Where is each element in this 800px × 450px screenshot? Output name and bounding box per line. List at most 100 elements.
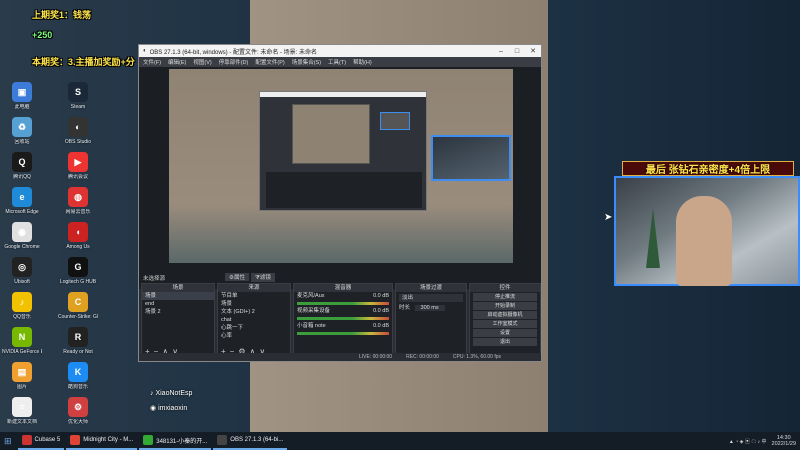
taskbar-item[interactable]: Midnight City - M... bbox=[66, 432, 138, 450]
list-item[interactable]: 心跳一下 bbox=[218, 324, 290, 332]
desktop-icon[interactable]: ◖ Among Us bbox=[58, 222, 98, 260]
app-icon: G bbox=[68, 257, 88, 277]
desktop-icon[interactable]: ◉ Google Chrome bbox=[2, 222, 42, 260]
menu-item[interactable]: 配置文件(P) bbox=[255, 58, 284, 66]
close-button[interactable]: ✕ bbox=[525, 47, 541, 55]
control-button[interactable]: 工作室模式 bbox=[473, 320, 537, 328]
control-button[interactable]: 退出 bbox=[473, 338, 537, 346]
app-icon: ♻ bbox=[12, 117, 32, 137]
scenes-panel: 场景 场景 end 场景 2 +−∧∨ bbox=[141, 283, 215, 359]
volume-meter[interactable] bbox=[297, 332, 389, 335]
desktop-icon[interactable]: ▤ 图片 bbox=[2, 362, 42, 400]
overlay-text-plus: +250 bbox=[32, 30, 53, 40]
app-icon: ▣ bbox=[12, 82, 32, 102]
desktop-icon[interactable]: ⚙ 优化大师 bbox=[58, 397, 98, 435]
taskbar-item[interactable]: Cubase 5 bbox=[17, 432, 65, 450]
desktop-icon[interactable]: ♻ 回收站 bbox=[2, 117, 42, 155]
clock[interactable]: 14:30 2022/1/29 bbox=[772, 435, 796, 447]
weibo-icon: ◉ bbox=[150, 405, 159, 412]
no-source-label: 未选择源 bbox=[143, 276, 166, 282]
controls-header: 控件 bbox=[470, 284, 540, 292]
app-icon: ◖ bbox=[68, 222, 88, 242]
menu-item[interactable]: 编辑(E) bbox=[168, 58, 186, 66]
control-button[interactable]: 启动虚拟摄像机 bbox=[473, 311, 537, 319]
watermark-tiktok: ♪ XiaoNotEsp bbox=[150, 390, 193, 397]
desktop-icon[interactable]: S Steam bbox=[58, 82, 98, 120]
nested-preview bbox=[292, 104, 370, 164]
volume-meter[interactable] bbox=[297, 302, 389, 305]
desktop-icon[interactable]: N NVIDIA GeForce Experience bbox=[2, 327, 42, 365]
desktop-icon[interactable]: K 酷狗音乐 bbox=[58, 362, 98, 400]
desktop-icon-label: 新建文本文档 bbox=[6, 419, 37, 425]
tray-icons[interactable]: ▲ ◔ ◈ ▣ ☁ ♪ 中 bbox=[729, 438, 767, 445]
menu-item[interactable]: 视图(V) bbox=[193, 58, 211, 66]
menu-item[interactable]: 帮助(H) bbox=[353, 58, 372, 66]
list-item[interactable]: end bbox=[142, 300, 214, 308]
maximize-button[interactable]: □ bbox=[509, 48, 525, 55]
controls-panel: 控件 停止推流 开始录制 启动虚拟摄像机 工作室模式 设置 退出 bbox=[469, 283, 541, 359]
list-item[interactable]: 场景 bbox=[218, 300, 290, 308]
app-icon bbox=[217, 435, 228, 445]
desktop-icon[interactable]: R Ready or Not bbox=[58, 327, 98, 365]
desktop-icon-label: Microsoft Edge bbox=[5, 209, 39, 215]
app-icon: ≡ bbox=[12, 397, 32, 417]
desktop-icon-label: Ubisoft bbox=[14, 279, 30, 285]
desktop-icon-label: 回收站 bbox=[14, 139, 30, 145]
desktop-icon-label: 图片 bbox=[16, 384, 27, 390]
desktop-icon[interactable]: ◍ 网易云音乐 bbox=[58, 187, 98, 225]
desktop-icon-label: QQ音乐 bbox=[13, 314, 31, 320]
live-status: LIVE: 00:00:00 bbox=[359, 354, 393, 360]
volume-meter[interactable] bbox=[297, 317, 389, 320]
minimize-button[interactable]: – bbox=[493, 48, 509, 55]
properties-button[interactable]: ⚙属性 bbox=[225, 273, 249, 281]
list-item[interactable]: 心率 bbox=[218, 332, 290, 340]
list-item[interactable]: 节目单 bbox=[218, 292, 290, 300]
filters-button[interactable]: ⧩滤镜 bbox=[251, 273, 275, 282]
mixer-channel: 小音箱 note 0.0 dB bbox=[294, 322, 392, 330]
desktop-icon[interactable]: ♪ QQ音乐 bbox=[2, 292, 42, 330]
app-icon: ◐ bbox=[68, 117, 88, 137]
list-item[interactable]: 场景 bbox=[142, 292, 214, 300]
app-icon: ◎ bbox=[12, 257, 32, 277]
app-icon: N bbox=[12, 327, 32, 347]
transition-select[interactable]: 淡出 bbox=[399, 294, 463, 302]
desktop-icon[interactable]: e Microsoft Edge bbox=[2, 187, 42, 225]
desktop-icon[interactable]: ◎ Ubisoft bbox=[2, 257, 42, 295]
taskbar-item[interactable]: 348131-小秦的开... bbox=[139, 432, 212, 450]
control-button[interactable]: 设置 bbox=[473, 329, 537, 337]
preview-nested-obs bbox=[259, 91, 427, 211]
desktop-icon[interactable]: Q 腾讯QQ bbox=[2, 152, 42, 190]
taskbar-item[interactable]: OBS 27.1.3 (64-bi... bbox=[213, 432, 288, 450]
obs-window[interactable]: ◐ OBS 27.1.3 (64-bit, windows) - 配置文件: 未… bbox=[138, 44, 542, 362]
menu-item[interactable]: 停靠部件(D) bbox=[219, 58, 249, 66]
overlay-text-current-prize: 本期奖：3.主播加奖励+分 bbox=[32, 57, 135, 67]
menu-item[interactable]: 工具(T) bbox=[328, 58, 346, 66]
desktop-icon[interactable]: ◐ OBS Studio bbox=[58, 117, 98, 155]
menu-item[interactable]: 文件(F) bbox=[143, 58, 161, 66]
control-button[interactable]: 开始录制 bbox=[473, 302, 537, 310]
duration-input[interactable]: 300 ms bbox=[414, 305, 445, 311]
preview-webcam bbox=[431, 135, 511, 181]
desktop-icon[interactable]: ▶ 腾讯会议 bbox=[58, 152, 98, 190]
desktop-icon-label: 腾讯QQ bbox=[13, 174, 31, 180]
desktop-icon[interactable]: C Counter-Strike: Global Offensive bbox=[58, 292, 98, 330]
system-tray: ▲ ◔ ◈ ▣ ☁ ♪ 中 14:30 2022/1/29 bbox=[729, 432, 796, 450]
mixer-channel: 视频采集设备 0.0 dB bbox=[294, 307, 392, 315]
desktop-icon[interactable]: ▣ 此电脑 bbox=[2, 82, 42, 120]
start-button[interactable]: ⊞ bbox=[0, 432, 16, 450]
obs-menubar: 文件(F) 编辑(E) 视图(V) 停靠部件(D) 配置文件(P) 场景集合(S) 工具(T… bbox=[139, 57, 541, 67]
obs-titlebar[interactable]: ◐ OBS 27.1.3 (64-bit, windows) - 配置文件: 未… bbox=[139, 45, 541, 57]
duration-row: 时长 300 ms bbox=[396, 304, 466, 312]
control-button[interactable]: 停止推流 bbox=[473, 293, 537, 301]
menu-item[interactable]: 场景集合(S) bbox=[292, 58, 321, 66]
list-item[interactable]: chat bbox=[218, 316, 290, 324]
streamer-figure bbox=[676, 196, 732, 286]
app-icon: R bbox=[68, 327, 88, 347]
channel-name: 视频采集设备 bbox=[297, 308, 331, 314]
obs-preview[interactable] bbox=[139, 67, 541, 289]
list-item[interactable]: 场景 2 bbox=[142, 308, 214, 316]
desktop-icon[interactable]: ≡ 新建文本文档 bbox=[2, 397, 42, 435]
nested-cam bbox=[380, 112, 410, 130]
desktop-icon[interactable]: G Logitech G HUB bbox=[58, 257, 98, 295]
list-item[interactable]: 文本 (GDI+) 2 bbox=[218, 308, 290, 316]
